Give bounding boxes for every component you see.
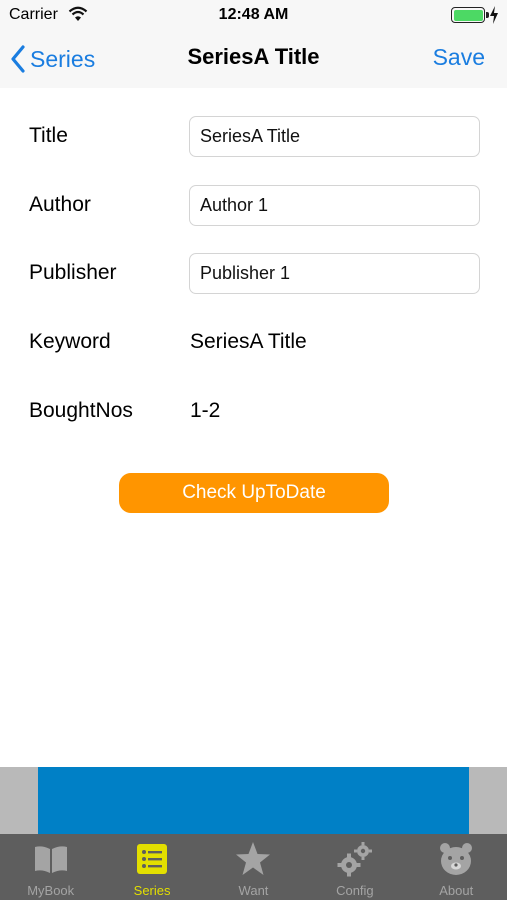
tab-want-label: Want (238, 883, 269, 898)
publisher-label: Publisher (29, 261, 117, 284)
tab-bar: MyBook Series Want Config About (0, 834, 507, 900)
animal-face-icon (440, 843, 473, 875)
tab-about-label: About (439, 883, 474, 898)
list-icon (137, 844, 168, 874)
check-uptodate-button[interactable]: Check UpToDate (119, 473, 389, 513)
ad-banner[interactable] (0, 767, 507, 834)
keyword-row: Keyword SeriesA Title (0, 320, 507, 364)
bought-nos-row: BoughtNos 1-2 (0, 389, 507, 433)
author-field[interactable] (189, 185, 480, 226)
tab-series-label: Series (133, 883, 171, 898)
save-button[interactable]: Save (433, 44, 485, 71)
ad-banner-content[interactable] (38, 767, 469, 834)
keyword-label: Keyword (29, 330, 111, 353)
publisher-field[interactable] (189, 253, 480, 294)
page-title: SeriesA Title (187, 44, 320, 69)
title-field[interactable] (189, 116, 480, 157)
bought-nos-value: 1-2 (190, 399, 221, 422)
star-icon (236, 842, 271, 875)
tab-config-label: Config (336, 883, 374, 898)
status-bar: Carrier 12:48 AM (0, 0, 507, 30)
tab-mybook[interactable]: MyBook (0, 834, 101, 900)
tab-about[interactable]: About (406, 834, 507, 900)
tab-want[interactable]: Want (203, 834, 304, 900)
gears-icon (337, 842, 372, 877)
charging-bolt-icon (490, 6, 498, 24)
clock: 12:48 AM (218, 6, 289, 23)
author-label: Author (29, 193, 91, 216)
title-row: Title (0, 114, 507, 158)
keyword-value: SeriesA Title (190, 330, 307, 353)
tab-series[interactable]: Series (101, 834, 202, 900)
publisher-row: Publisher (0, 251, 507, 295)
battery-icon (451, 7, 489, 23)
tab-mybook-label: MyBook (27, 883, 75, 898)
book-icon (34, 846, 67, 873)
author-row: Author (0, 183, 507, 227)
title-label: Title (29, 124, 68, 147)
navigation-bar: Series SeriesA Title Save (0, 30, 507, 88)
bought-nos-label: BoughtNos (29, 399, 133, 422)
tab-config[interactable]: Config (304, 834, 405, 900)
